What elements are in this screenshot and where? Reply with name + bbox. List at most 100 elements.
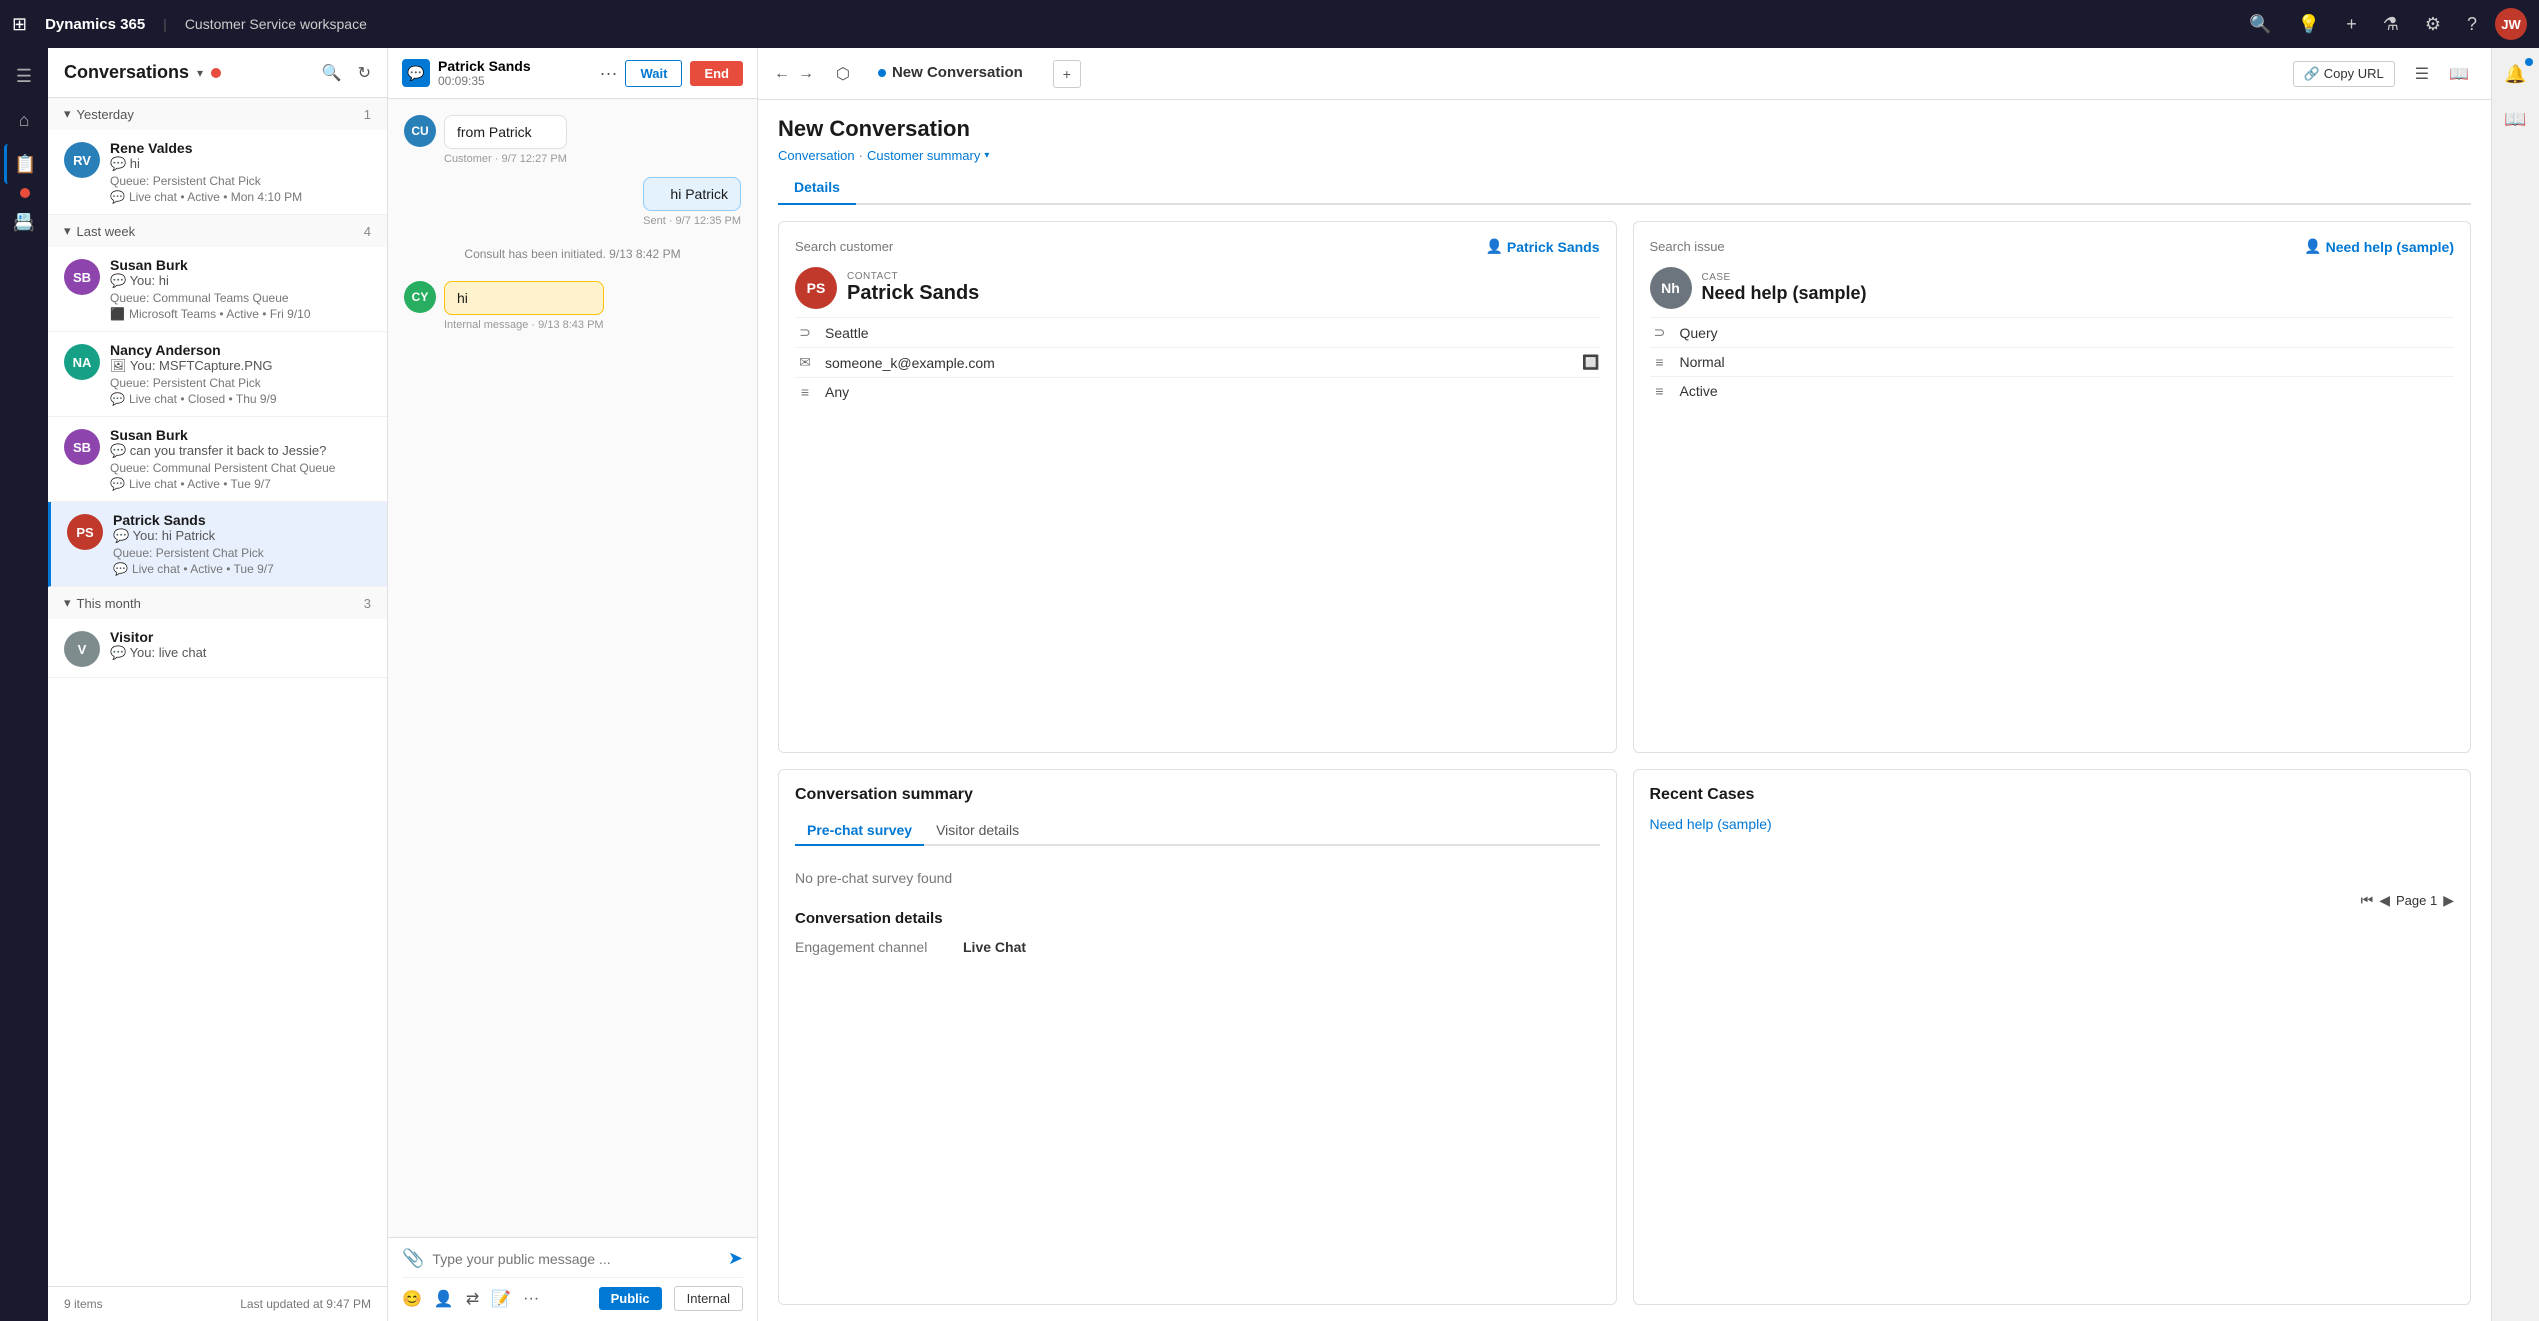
next-page-icon[interactable]: ▶	[2443, 892, 2454, 909]
conv-avatar-v: V	[64, 631, 100, 667]
conversations-header: Conversations ▾ 🔍 ↻	[48, 48, 387, 98]
tab-dot	[878, 69, 886, 77]
search-icon[interactable]: 🔍	[2249, 14, 2271, 35]
case-detail-query: ⊃ Query	[1650, 317, 2455, 347]
breadcrumb-summary[interactable]: Customer summary	[867, 148, 980, 163]
conv-item-visitor[interactable]: V Visitor 💬 You: live chat	[48, 619, 387, 678]
group-yesterday-label: Yesterday	[77, 107, 134, 122]
conv-preview-nancy: 🖼 You: MSFTCapture.PNG	[110, 358, 371, 374]
notes-icon[interactable]: 📝	[491, 1289, 511, 1309]
far-left-sidebar: ☰ ⌂ 📋 📇	[0, 48, 48, 1321]
group-yesterday[interactable]: ▾ Yesterday 1	[48, 98, 387, 130]
tab-new-conversation[interactable]: New Conversation	[864, 58, 1037, 89]
forward-icon[interactable]: →	[798, 65, 814, 83]
workspace-name: Customer Service workspace	[185, 16, 367, 32]
contact-any: Any	[825, 384, 849, 400]
tab-details[interactable]: Details	[778, 171, 856, 205]
rp-content: Search customer 👤 Patrick Sands PS Conta…	[758, 205, 2491, 1321]
summary-tabs: Pre-chat survey Visitor details	[795, 816, 1600, 846]
tab-add-button[interactable]: +	[1053, 60, 1081, 88]
msg-time-internal-hi: Internal message · 9/13 8:43 PM	[444, 319, 604, 331]
sidebar-contacts-icon[interactable]: 📇	[4, 202, 44, 242]
group-lastweek-label: Last week	[77, 224, 136, 239]
sidebar-home2-icon[interactable]: ⌂	[4, 100, 44, 140]
notifications-icon[interactable]: 🔔	[2496, 56, 2534, 93]
conversation-summary-card: Conversation summary Pre-chat survey Vis…	[778, 769, 1617, 1306]
sidebar-conversations-icon[interactable]: 📋	[4, 144, 44, 184]
transfer-icon[interactable]: ⇄	[466, 1289, 479, 1309]
public-button[interactable]: Public	[599, 1287, 662, 1310]
kb-panel-icon[interactable]: 📖	[2496, 101, 2534, 138]
location-icon: ⊃	[795, 324, 815, 341]
case-search-value[interactable]: 👤 Need help (sample)	[2304, 238, 2454, 255]
conv-info-patrick: Patrick Sands 💬 You: hi Patrick Queue: P…	[113, 512, 371, 576]
conv-preview-rene: 💬 hi	[110, 156, 371, 172]
recent-case-link[interactable]: Need help (sample)	[1650, 816, 2455, 832]
conversations-chevron[interactable]: ▾	[197, 66, 203, 80]
pop-out-icon[interactable]: ⬡	[836, 64, 850, 84]
side-panel-icon[interactable]: ☰	[2415, 64, 2429, 84]
wait-button[interactable]: Wait	[625, 60, 682, 87]
conv-avatar-sb1: SB	[64, 259, 100, 295]
plus-icon[interactable]: +	[2346, 14, 2357, 35]
case-search-label: Search issue	[1650, 239, 1725, 254]
conv-preview-patrick: 💬 You: hi Patrick	[113, 528, 371, 544]
prev-page-icon[interactable]: ◀	[2379, 892, 2390, 909]
app-name: Dynamics 365	[45, 16, 145, 33]
end-button[interactable]: End	[690, 61, 743, 86]
conv-avatar-ps: PS	[67, 514, 103, 550]
sidebar-home-icon[interactable]: ☰	[4, 56, 44, 96]
case-name: Need help (sample)	[1702, 283, 1867, 304]
email-copy-icon[interactable]: 🔲	[1582, 354, 1599, 371]
more-tools-icon[interactable]: ···	[523, 1290, 539, 1308]
conv-item-susan1[interactable]: SB Susan Burk 💬 You: hi Queue: Communal …	[48, 247, 387, 332]
breadcrumb-chevron[interactable]: ▾	[984, 150, 989, 161]
sidebar-refresh-icon[interactable]: ↻	[358, 63, 371, 83]
group-thismonth[interactable]: ▾ This month 3	[48, 587, 387, 619]
conv-item-rene[interactable]: RV Rene Valdes 💬 hi Queue: Persistent Ch…	[48, 130, 387, 215]
breadcrumb-conversation[interactable]: Conversation	[778, 148, 855, 163]
conv-item-susan2[interactable]: SB Susan Burk 💬 can you transfer it back…	[48, 417, 387, 502]
case-search-row: Search issue 👤 Need help (sample)	[1650, 238, 2455, 255]
emoji-icon[interactable]: 😊	[402, 1289, 422, 1309]
back-icon[interactable]: ←	[774, 65, 790, 83]
send-icon[interactable]: ➤	[728, 1248, 743, 1269]
internal-button[interactable]: Internal	[674, 1286, 743, 1311]
lightbulb-icon[interactable]: 💡	[2298, 14, 2320, 35]
case-avatar: Nh	[1650, 267, 1692, 309]
msg-time-hi-patrick: Sent · 9/7 12:35 PM	[643, 215, 741, 227]
conv-avatar-sb2: SB	[64, 429, 100, 465]
message-hi-patrick: hi Patrick Sent · 9/7 12:35 PM	[404, 177, 741, 227]
conv-item-patrick[interactable]: PS Patrick Sands 💬 You: hi Patrick Queue…	[48, 502, 387, 587]
first-page-icon[interactable]: ⏮	[2361, 892, 2374, 909]
tab-prechat-survey[interactable]: Pre-chat survey	[795, 816, 924, 846]
tab-visitor-details[interactable]: Visitor details	[924, 816, 1031, 846]
notification-dot	[20, 188, 30, 198]
chat-icon-patrick: 💬	[113, 562, 128, 576]
group-lastweek[interactable]: ▾ Last week 4	[48, 215, 387, 247]
copy-url-button[interactable]: 🔗 Copy URL	[2293, 61, 2395, 87]
attachment-icon[interactable]: 📎	[402, 1248, 424, 1269]
conv-info-susan2: Susan Burk 💬 can you transfer it back to…	[110, 427, 371, 491]
person-icon[interactable]: 👤	[434, 1289, 454, 1309]
settings-icon[interactable]: ⚙	[2425, 14, 2441, 35]
chat-input[interactable]	[432, 1251, 719, 1267]
copy-url-label: Copy URL	[2324, 66, 2384, 81]
chat-dots-menu[interactable]: ···	[599, 63, 617, 84]
conv-item-nancy[interactable]: NA Nancy Anderson 🖼 You: MSFTCapture.PNG…	[48, 332, 387, 417]
customer-search-value[interactable]: 👤 Patrick Sands	[1485, 238, 1599, 255]
kb-icon[interactable]: 📖	[2449, 64, 2469, 84]
top-navigation: ⊞ Dynamics 365 | Customer Service worksp…	[0, 0, 2539, 48]
rp-title-area: New Conversation Conversation · Customer…	[758, 100, 2491, 205]
help-icon[interactable]: ?	[2467, 14, 2477, 35]
grid-icon[interactable]: ⊞	[12, 14, 27, 35]
conv-status-patrick: 💬 Live chat • Active • Tue 9/7	[113, 562, 371, 576]
breadcrumb: Conversation · Customer summary ▾	[778, 148, 2471, 163]
sidebar-search-icon[interactable]: 🔍	[322, 63, 342, 83]
filter-icon[interactable]: ⚗	[2383, 14, 2399, 35]
right-panel: ← → ⬡ New Conversation + 🔗 Copy URL ☰ 📖 …	[758, 48, 2491, 1321]
conv-info-nancy: Nancy Anderson 🖼 You: MSFTCapture.PNG Qu…	[110, 342, 371, 406]
user-avatar[interactable]: JW	[2495, 8, 2527, 40]
conv-name-nancy: Nancy Anderson	[110, 342, 371, 358]
contact-detail-email: ✉ someone_k@example.com 🔲	[795, 347, 1600, 377]
